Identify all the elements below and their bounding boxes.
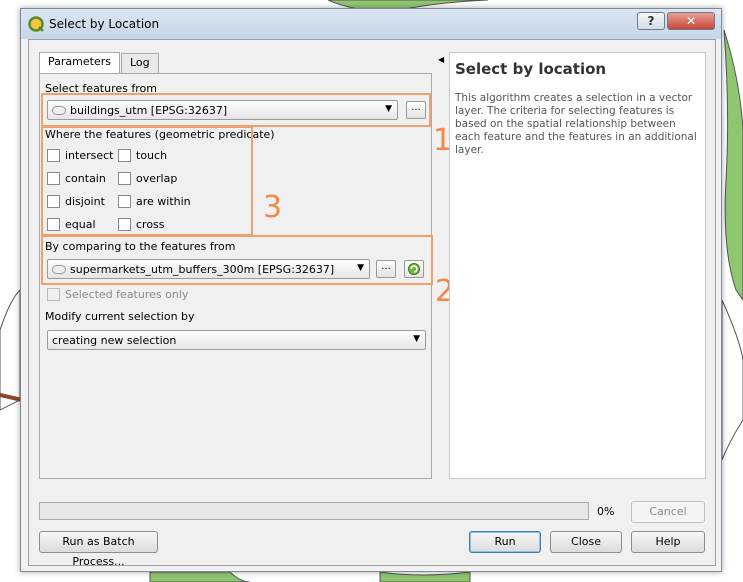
- progress-bar: [39, 502, 589, 520]
- title-bar: Select by Location ? ✕: [21, 9, 721, 39]
- window-title: Select by Location: [49, 17, 160, 31]
- run-batch-process-button[interactable]: Run as Batch Process...: [39, 531, 158, 568]
- select-by-location-dialog: Select by Location ? ✕ Parameters Log ◀ …: [20, 8, 722, 572]
- algorithm-help-panel: Select by location This algorithm create…: [449, 52, 706, 479]
- annotation-box-2: [41, 235, 433, 285]
- collapse-help-arrow-icon[interactable]: ◀: [438, 55, 444, 64]
- run-button[interactable]: Run: [469, 531, 541, 553]
- tab-log[interactable]: Log: [121, 53, 159, 73]
- tab-parameters[interactable]: Parameters: [39, 52, 120, 74]
- help-button[interactable]: Help: [631, 531, 705, 553]
- annotation-box-1: [41, 93, 431, 127]
- annotation-box-3: [41, 126, 253, 236]
- title-help-button[interactable]: ?: [637, 12, 665, 30]
- selected-features-only-label: Selected features only: [65, 288, 189, 301]
- cancel-button[interactable]: Cancel: [631, 501, 705, 523]
- close-button[interactable]: Close: [550, 531, 622, 553]
- help-description: This algorithm creates a selection in a …: [455, 92, 697, 156]
- annotation-number-3: 3: [263, 190, 283, 225]
- title-close-button[interactable]: ✕: [667, 12, 715, 30]
- chevron-down-icon: ▼: [413, 334, 420, 344]
- progress-percent: 0%: [597, 505, 615, 518]
- selected-features-only-checkbox[interactable]: [47, 288, 60, 301]
- qgis-logo-icon: [28, 16, 44, 32]
- modify-selection-combo[interactable]: creating new selection ▼: [47, 330, 426, 350]
- dialog-body: Parameters Log ◀ Select features from bu…: [28, 39, 716, 568]
- help-title: Select by location: [455, 60, 607, 78]
- modify-selection-value: creating new selection: [52, 334, 177, 347]
- modify-selection-label: Modify current selection by: [45, 310, 195, 323]
